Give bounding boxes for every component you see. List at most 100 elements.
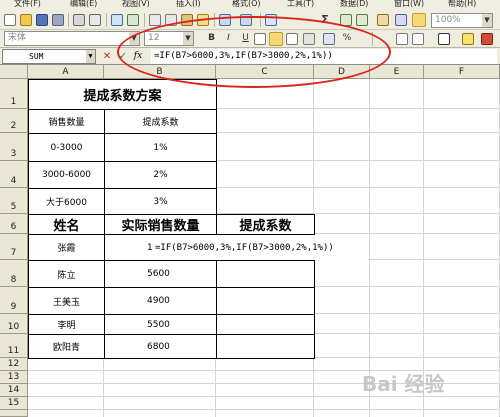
align-right-icon[interactable]	[286, 33, 298, 45]
table-row-qty[interactable]: 6800	[104, 334, 217, 359]
table2-header-rate[interactable]: 提成系数	[216, 214, 315, 235]
font-color-icon[interactable]	[481, 33, 493, 45]
align-left-icon[interactable]	[254, 33, 266, 45]
menu-view[interactable]: 视图(V)	[122, 0, 150, 9]
chart-wizard-icon[interactable]	[377, 14, 389, 26]
table1-header-rate[interactable]: 提成系数	[104, 109, 217, 134]
insert-function-icon[interactable]: fx	[132, 50, 144, 63]
decrease-indent-icon[interactable]	[396, 33, 408, 45]
borders-icon[interactable]	[438, 33, 450, 45]
table2-header-qty[interactable]: 实际销售数量	[104, 214, 217, 235]
research-icon[interactable]	[127, 14, 139, 26]
row-header-12[interactable]: 12	[0, 358, 28, 371]
column-header-c[interactable]: C	[216, 65, 314, 79]
row-header-15[interactable]: 15	[0, 397, 28, 410]
open-icon[interactable]	[20, 14, 32, 26]
italic-button[interactable]: I	[222, 31, 235, 46]
column-header-a[interactable]: A	[28, 65, 104, 79]
row-header-1[interactable]: 1	[0, 79, 28, 109]
permission-icon[interactable]	[52, 14, 64, 26]
cancel-icon[interactable]: ✕	[101, 50, 113, 63]
table1-title[interactable]: 提成系数方案	[28, 79, 217, 110]
table-row-rate[interactable]	[216, 260, 315, 288]
hyperlink-icon[interactable]	[265, 14, 277, 26]
cut-icon[interactable]	[149, 14, 161, 26]
table-row-rate[interactable]	[216, 334, 315, 359]
table-row-rate[interactable]	[216, 287, 315, 315]
sort-ascending-icon[interactable]	[340, 14, 352, 26]
chevron-down-icon[interactable]: ▼	[482, 14, 492, 27]
table1-cell[interactable]: 3000-6000	[28, 161, 105, 189]
paste-icon[interactable]	[181, 14, 193, 26]
menu-insert[interactable]: 插入(I)	[176, 0, 201, 9]
column-header-d[interactable]: D	[314, 65, 370, 79]
row-header-16[interactable]	[0, 410, 28, 417]
table-row-qty[interactable]: 5500	[104, 314, 217, 335]
font-size-select[interactable]: 12 ▼	[144, 31, 194, 46]
table1-cell[interactable]: 1%	[104, 133, 217, 162]
enter-icon[interactable]: ✓	[117, 50, 129, 63]
underline-button[interactable]: U	[239, 31, 252, 46]
currency-icon[interactable]	[323, 33, 335, 45]
row-header-5[interactable]: 5	[0, 188, 28, 214]
bold-button[interactable]: B	[205, 31, 218, 46]
merge-center-icon[interactable]	[303, 33, 315, 45]
table1-cell[interactable]: 0-3000	[28, 133, 105, 162]
chevron-down-icon[interactable]: ▼	[86, 50, 95, 63]
help-assistant-icon[interactable]	[412, 13, 426, 27]
print-icon[interactable]	[73, 14, 85, 26]
column-header-b[interactable]: B	[104, 65, 216, 79]
new-icon[interactable]	[4, 14, 16, 26]
table1-cell[interactable]: 2%	[104, 161, 217, 189]
select-all-corner[interactable]	[0, 65, 28, 79]
column-header-f[interactable]: F	[424, 65, 500, 79]
table-row-qty[interactable]: 5600	[104, 260, 217, 288]
menu-window[interactable]: 窗口(W)	[394, 0, 424, 9]
autosum-icon[interactable]: Σ	[318, 12, 332, 27]
sort-descending-icon[interactable]	[356, 14, 368, 26]
font-name-select[interactable]: 宋体 ▼	[4, 31, 140, 46]
menu-data[interactable]: 数据(D)	[340, 0, 368, 9]
table-row-name[interactable]: 王美玉	[28, 287, 105, 315]
row-header-11[interactable]: 11	[0, 334, 28, 358]
drawing-icon[interactable]	[395, 14, 407, 26]
row-header-13[interactable]: 13	[0, 371, 28, 384]
table2-header-name[interactable]: 姓名	[28, 214, 105, 235]
row-header-2[interactable]: 2	[0, 109, 28, 133]
table1-cell[interactable]: 3%	[104, 188, 217, 215]
zoom-select[interactable]: 100% ▼	[431, 13, 493, 28]
table-row-name[interactable]: 张霞	[28, 234, 105, 261]
chevron-down-icon[interactable]: ▼	[183, 32, 193, 45]
table-row-rate[interactable]	[216, 314, 315, 335]
row-header-8[interactable]: 8	[0, 260, 28, 287]
name-box[interactable]: SUM ▼	[2, 49, 96, 64]
save-icon[interactable]	[36, 14, 48, 26]
undo-icon[interactable]	[219, 14, 231, 26]
active-cell-editor[interactable]: =IF(B7>6000,3%,IF(B7>3000,2%,1%))	[153, 235, 368, 260]
print-preview-icon[interactable]	[89, 14, 101, 26]
copy-icon[interactable]	[165, 14, 177, 26]
row-header-3[interactable]: 3	[0, 133, 28, 161]
chevron-down-icon[interactable]: ▼	[129, 32, 139, 45]
redo-icon[interactable]	[240, 14, 252, 26]
spelling-icon[interactable]	[111, 14, 123, 26]
table-row-name[interactable]: 欧阳青	[28, 334, 105, 359]
formula-input[interactable]: =IF(B7>6000,3%,IF(B7>3000,2%,1%))	[151, 49, 497, 64]
table-row-name[interactable]: 陈立	[28, 260, 105, 288]
fill-color-icon[interactable]	[462, 33, 474, 45]
row-header-6[interactable]: 6	[0, 214, 28, 234]
table-row-name[interactable]: 李明	[28, 314, 105, 335]
row-header-10[interactable]: 10	[0, 314, 28, 334]
row-header-4[interactable]: 4	[0, 161, 28, 188]
percent-button[interactable]: %	[341, 31, 353, 46]
increase-indent-icon[interactable]	[412, 33, 424, 45]
column-header-e[interactable]: E	[370, 65, 424, 79]
align-center-icon[interactable]	[269, 32, 283, 46]
format-painter-icon[interactable]	[197, 14, 209, 26]
menu-help[interactable]: 帮助(H)	[448, 0, 476, 9]
table1-header-qty[interactable]: 销售数量	[28, 109, 105, 134]
row-header-7[interactable]: 7	[0, 234, 28, 260]
row-header-9[interactable]: 9	[0, 287, 28, 314]
table-row-qty[interactable]: 4900	[104, 287, 217, 315]
table1-cell[interactable]: 大于6000	[28, 188, 105, 215]
